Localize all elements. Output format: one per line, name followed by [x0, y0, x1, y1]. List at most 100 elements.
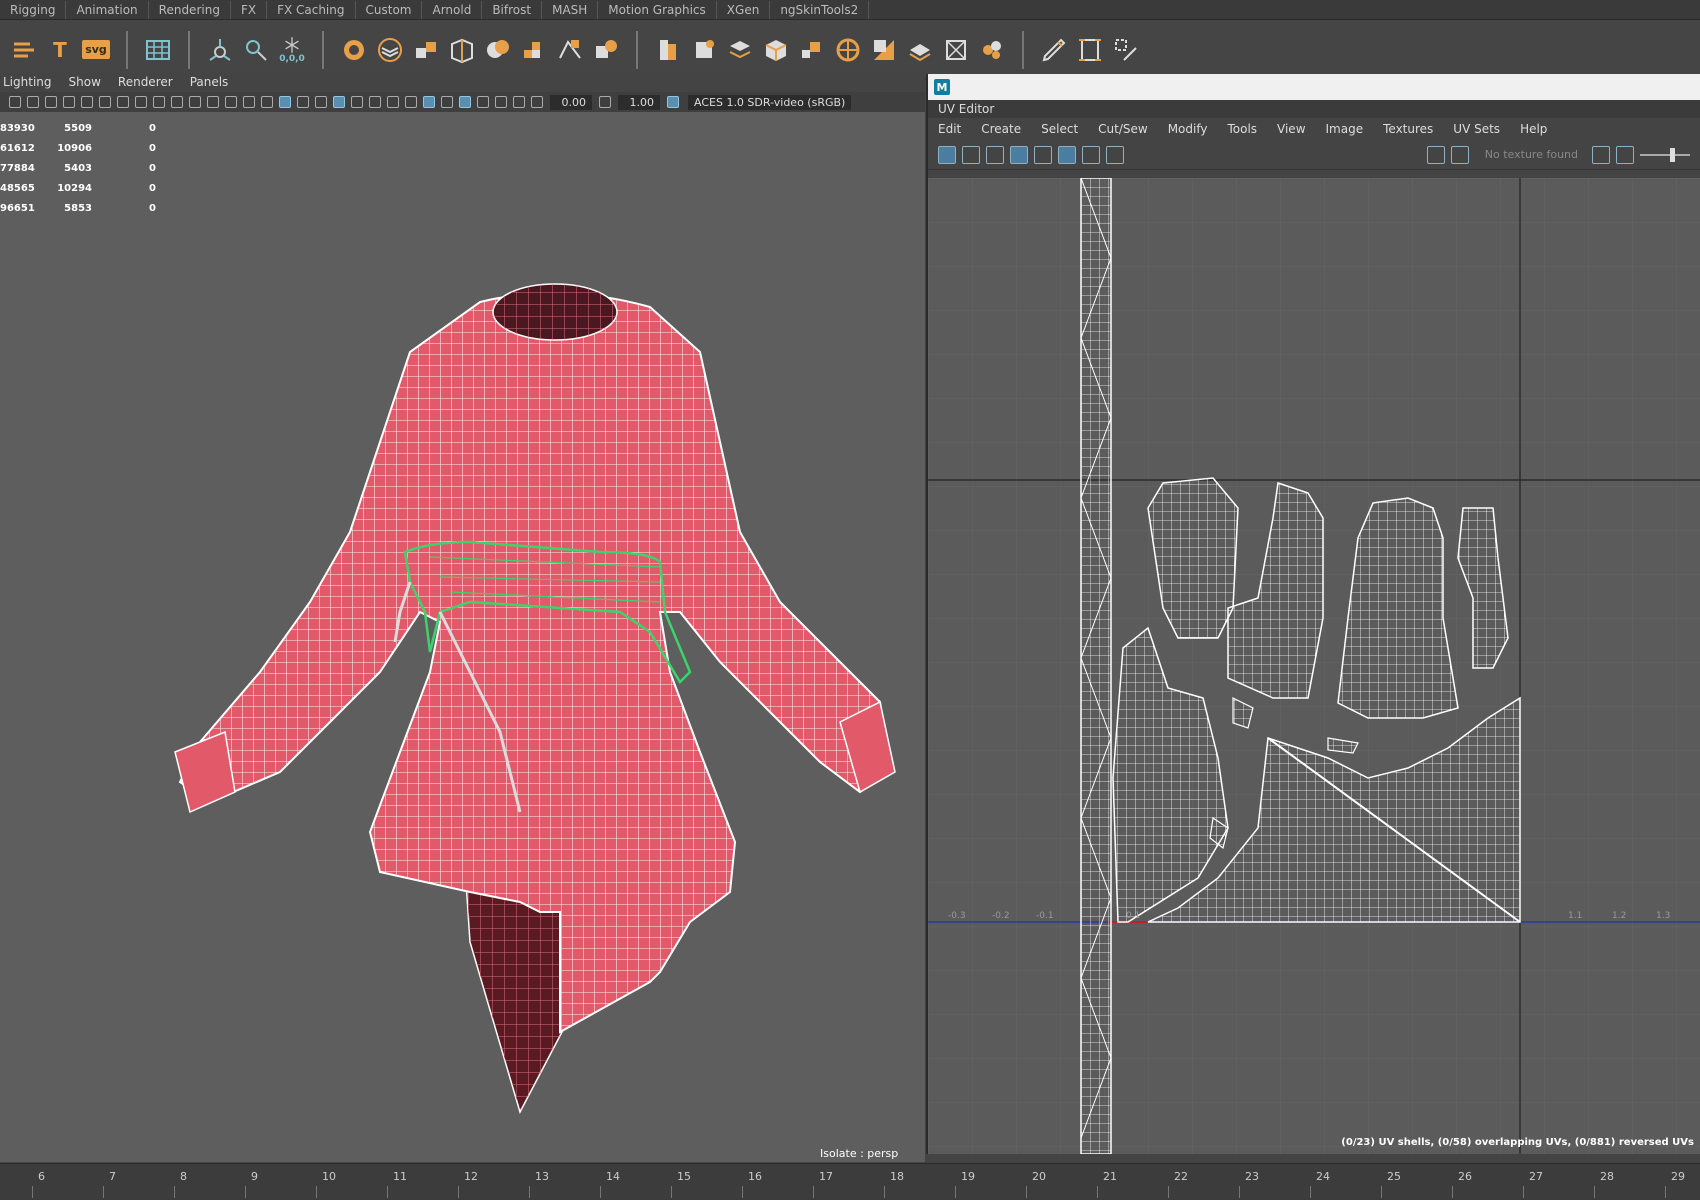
uv-menu-create[interactable]: Create [981, 122, 1021, 136]
brightness-slider[interactable] [1640, 147, 1690, 162]
field-chart-icon[interactable] [207, 96, 219, 108]
shelf-tab-custom[interactable]: Custom [356, 0, 423, 19]
exposure-field[interactable]: 0.00 [550, 94, 592, 110]
gamma-icon[interactable] [599, 96, 611, 108]
uv-auto-button[interactable] [761, 35, 791, 65]
menu-lighting[interactable]: Lighting [0, 75, 60, 89]
uv-menu-cut-sew[interactable]: Cut/Sew [1098, 122, 1148, 136]
smooth-shade-icon[interactable] [279, 96, 291, 108]
image-display-icon[interactable] [1426, 145, 1445, 164]
color-management-icon[interactable] [667, 96, 679, 108]
pivot-tool-button[interactable] [205, 35, 235, 65]
uv-shaded-icon[interactable] [1010, 145, 1028, 164]
wireframe-icon[interactable] [261, 96, 273, 108]
camera-lock-icon[interactable] [27, 96, 39, 108]
exposure-icon[interactable] [531, 96, 543, 108]
uv-menu-tools[interactable]: Tools [1227, 122, 1257, 136]
resolution-gate-icon[interactable] [171, 96, 183, 108]
pen-icon[interactable] [117, 96, 129, 108]
shelf-tab-fx[interactable]: FX [231, 0, 268, 19]
cube-grid-button[interactable] [411, 35, 441, 65]
extrude-button[interactable] [447, 35, 477, 65]
svg-tool-button[interactable]: svg [81, 35, 111, 65]
uv-wire-icon[interactable] [1058, 145, 1076, 164]
checker-display-icon[interactable] [1450, 145, 1469, 164]
lights-icon[interactable] [351, 96, 363, 108]
slider-handle[interactable] [1670, 147, 1675, 162]
uv-grid-icon[interactable] [938, 145, 956, 164]
xray-icon[interactable] [477, 96, 489, 108]
time-slider[interactable]: 6 7 8 9 10 11 12 13 14 15 16 17 18 19 20 21 22 23 24 25 26 27… [0, 1163, 1700, 1200]
shelf-tab-fx-caching[interactable]: FX Caching [267, 0, 356, 19]
uv-cylindrical-button[interactable] [689, 35, 719, 65]
shelf-tab-arnold[interactable]: Arnold [422, 0, 483, 19]
menu-panels[interactable]: Panels [187, 75, 237, 89]
shelf-tab-mash[interactable]: MASH [542, 0, 599, 19]
texture-dropdown[interactable]: No texture found [1485, 148, 1578, 161]
shelf-tab-motion-graphics[interactable]: Motion Graphics [598, 0, 717, 19]
camera-icon[interactable] [9, 96, 21, 108]
uv-menu-uv-sets[interactable]: UV Sets [1453, 122, 1500, 136]
safe-action-icon[interactable] [225, 96, 237, 108]
shelf-tab-xgen[interactable]: XGen [717, 0, 771, 19]
uv-editor-titlebar[interactable]: M [928, 74, 1700, 100]
camera-attr-icon[interactable] [45, 96, 57, 108]
boolean-button[interactable] [591, 35, 621, 65]
uv-spherical-button[interactable] [725, 35, 755, 65]
camera-snapshot-icon[interactable] [1106, 145, 1124, 164]
combine-button[interactable] [519, 35, 549, 65]
shelf-tab-animation[interactable]: Animation [66, 0, 149, 19]
isolate-select-icon[interactable] [459, 96, 471, 108]
curve-text-tool-button[interactable] [9, 35, 39, 65]
uv-distortion-icon[interactable] [962, 145, 980, 164]
bridge-button[interactable] [555, 35, 585, 65]
default-material-icon[interactable] [297, 96, 309, 108]
menu-show[interactable]: Show [66, 75, 109, 89]
screen-space-ao-icon[interactable] [387, 96, 399, 108]
uv-canvas[interactable]: -0.3 -0.2 -0.1 0.1 1.1 1.2 1.3 (0/23) UV… [928, 178, 1700, 1154]
shelf-tab-bifrost[interactable]: Bifrost [482, 0, 543, 19]
gate-mask-icon[interactable] [189, 96, 201, 108]
grid-toggle-icon[interactable] [135, 96, 147, 108]
shelf-tab-rendering[interactable]: Rendering [149, 0, 231, 19]
uv-sew-button[interactable] [905, 35, 935, 65]
uv-menu-edit[interactable]: Edit [938, 122, 961, 136]
textured-icon[interactable] [333, 96, 345, 108]
bookmark-icon[interactable] [63, 96, 75, 108]
uv-menu-modify[interactable]: Modify [1168, 122, 1208, 136]
uv-planar-button[interactable] [653, 35, 683, 65]
safe-title-icon[interactable] [243, 96, 255, 108]
uv-strip-shell[interactable] [1080, 178, 1112, 1154]
garment-mesh[interactable] [0, 112, 925, 1162]
uv-editor-tab[interactable]: UV Editor [928, 100, 1700, 118]
motion-blur-icon[interactable] [405, 96, 417, 108]
uv-menu-select[interactable]: Select [1041, 122, 1078, 136]
perspective-viewport[interactable]: 83930 5509 0 61612 10906 0 77884 5403 0 48565 1… [0, 112, 925, 1162]
exposure-icon[interactable] [1616, 145, 1634, 164]
menu-renderer[interactable]: Renderer [115, 75, 181, 89]
uv-straighten-button[interactable] [941, 35, 971, 65]
uv-cut-button[interactable] [869, 35, 899, 65]
bevel-button[interactable] [483, 35, 513, 65]
search-delete-tool-button[interactable] [241, 35, 271, 65]
xray-active-icon[interactable] [513, 96, 525, 108]
freeze-transform-button[interactable]: 0,0,0 [277, 35, 307, 65]
layer-tool-button[interactable] [375, 35, 405, 65]
grid-tool-button[interactable] [143, 35, 173, 65]
pencil-tool-button[interactable] [1039, 35, 1069, 65]
uv-menu-view[interactable]: View [1277, 122, 1305, 136]
shelf-tab-rigging[interactable]: Rigging [0, 0, 67, 19]
grease-pencil-icon[interactable] [99, 96, 111, 108]
color-space-dropdown[interactable]: ACES 1.0 SDR-video (sRGB) [688, 94, 852, 110]
anti-aliasing-icon[interactable] [423, 96, 435, 108]
shadows-icon[interactable] [369, 96, 381, 108]
text-tool-button[interactable]: T [45, 35, 75, 65]
depth-of-field-icon[interactable] [441, 96, 453, 108]
measure-tool-button[interactable] [1111, 35, 1141, 65]
gamma-field[interactable]: 1.00 [618, 94, 660, 110]
uv-menu-image[interactable]: Image [1326, 122, 1364, 136]
sculpt-tool-button[interactable] [339, 35, 369, 65]
shelf-tab-ngskintools2[interactable]: ngSkinTools2 [770, 0, 870, 19]
uv-layout[interactable]: -0.3 -0.2 -0.1 0.1 1.1 1.2 1.3 [928, 178, 1700, 1154]
uv-pixel-snap-icon[interactable] [1082, 145, 1100, 164]
